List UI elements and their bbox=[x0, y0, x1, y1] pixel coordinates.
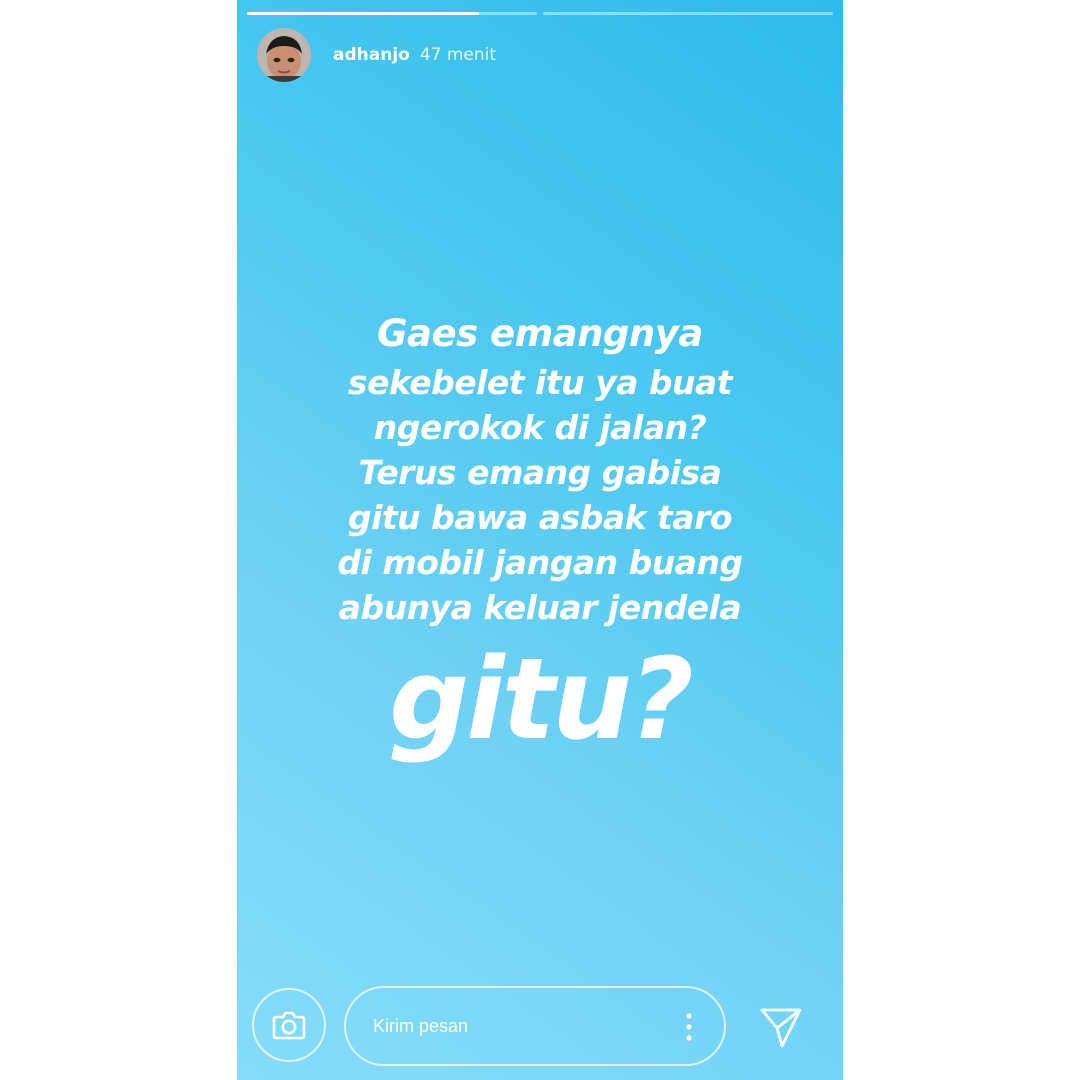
send-message-input[interactable]: Kirim pesan bbox=[344, 986, 726, 1066]
story-text-line: Gaes emangnya bbox=[377, 312, 703, 355]
send-icon[interactable] bbox=[758, 1004, 804, 1050]
camera-button[interactable] bbox=[252, 988, 326, 1062]
story-progress-bar bbox=[247, 12, 833, 15]
progress-fill bbox=[247, 12, 479, 15]
story-text-line: di mobil jangan buang bbox=[337, 543, 743, 582]
story-view[interactable]: adhanjo 47 menit Gaes emangnya sekebelet… bbox=[237, 0, 843, 1080]
page: adhanjo 47 menit Gaes emangnya sekebelet… bbox=[0, 0, 1080, 1080]
progress-segment bbox=[247, 12, 537, 15]
story-text-line: abunya keluar jendela bbox=[338, 588, 742, 627]
more-vertical-icon[interactable] bbox=[684, 1012, 694, 1042]
username[interactable]: adhanjo bbox=[333, 45, 410, 65]
story-text-line: sekebelet itu ya buat bbox=[347, 363, 733, 402]
story-emphasis-text: gitu? bbox=[389, 635, 694, 765]
reply-bar: Kirim pesan bbox=[237, 986, 843, 1066]
story-text-line: gitu bawa asbak taro bbox=[347, 498, 733, 537]
story-header: adhanjo 47 menit bbox=[257, 28, 496, 82]
progress-segment bbox=[543, 12, 833, 15]
send-message-placeholder: Kirim pesan bbox=[373, 1016, 469, 1036]
camera-icon bbox=[272, 1011, 306, 1040]
story-text-line: ngerokok di jalan? bbox=[373, 408, 707, 447]
story-text: Gaes emangnya sekebelet itu ya buat nger… bbox=[237, 308, 843, 760]
story-text-line: Terus emang gabisa bbox=[358, 453, 722, 492]
avatar[interactable] bbox=[257, 28, 311, 82]
post-time: 47 menit bbox=[419, 45, 497, 65]
